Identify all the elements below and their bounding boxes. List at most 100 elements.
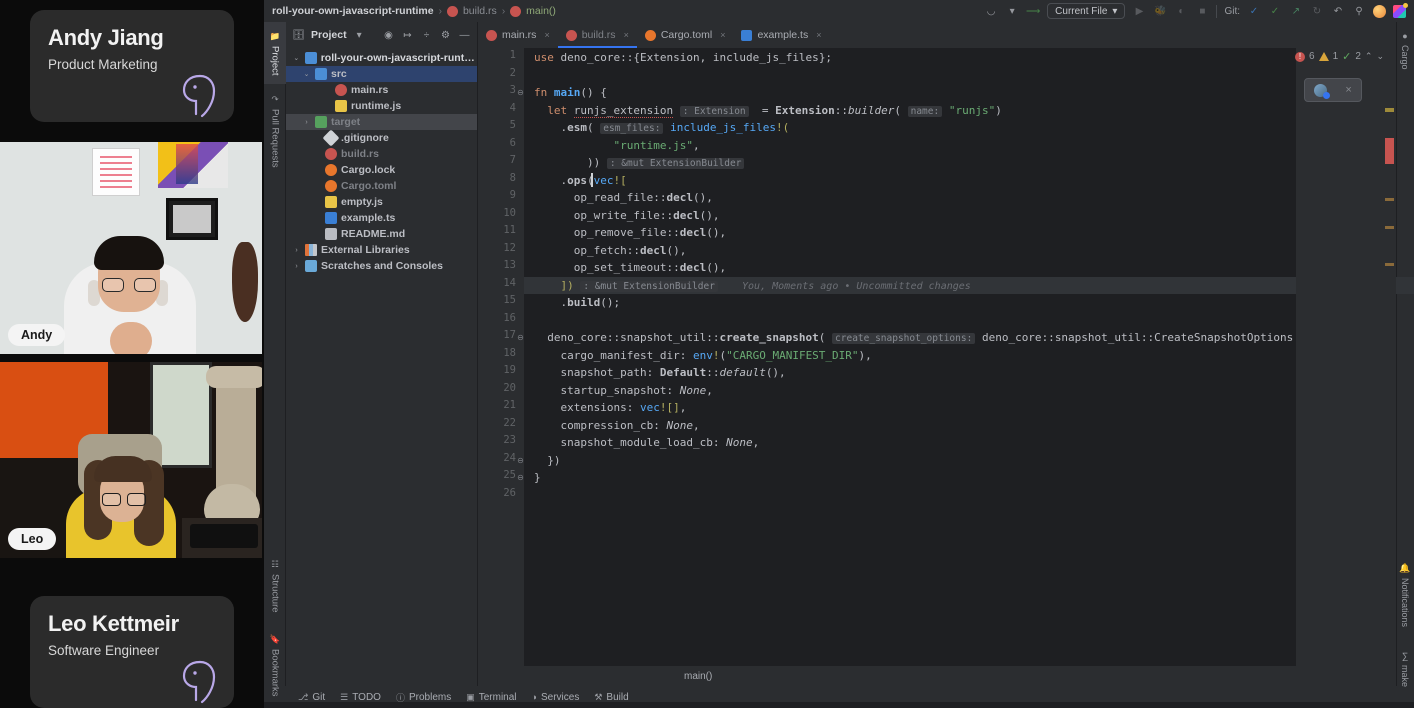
close-tab-icon[interactable]: × [624,30,629,40]
debug-icon[interactable]: 🐝 [1153,4,1167,18]
sidebar-tab-project[interactable]: 📁 Project [264,22,286,84]
code-line[interactable]: op_set_timeout::decl(), [524,259,726,277]
select-opened-file-icon[interactable]: ◉ [382,29,395,42]
tree-item-readme-md[interactable]: README.md [286,226,477,242]
run-configuration-selector[interactable]: Current File ▾ [1047,3,1125,19]
breadcrumb-file[interactable]: build.rs [463,5,497,17]
coverage-icon[interactable]: ◐ [1174,4,1188,18]
tree-item-target[interactable]: ›target [286,114,477,130]
tree-item-runtime-js[interactable]: runtime.js [286,98,477,114]
code-line[interactable]: extensions: vec![], [524,399,686,417]
collapse-all-icon[interactable]: ↦ [401,29,414,42]
tree-item--gitignore[interactable]: .gitignore [286,130,477,146]
code-line[interactable]: fn main() { [524,84,607,102]
video-tile-andy[interactable]: Andy [0,142,262,354]
video-tile-leo[interactable]: Leo [0,362,262,558]
code-line[interactable]: let runjs_extension : Extension = Extens… [524,102,1002,120]
stripe-mark-warning[interactable] [1385,263,1394,266]
stripe-mark-warning[interactable] [1385,198,1394,201]
code-line[interactable]: .build(); [524,294,620,312]
tree-expand-arrow[interactable]: › [302,119,311,126]
editor-tab-example-ts[interactable]: example.ts× [733,22,829,48]
code-line[interactable]: op_remove_file::decl(), [524,224,726,242]
stripe-mark-warning[interactable] [1385,226,1394,229]
code-line[interactable]: .ops(vec![ [524,172,627,190]
tree-item-cargo-toml[interactable]: Cargo.toml [286,178,477,194]
tree-item-scratches-and-consoles[interactable]: ›Scratches and Consoles [286,258,477,274]
inlay-hint-popup[interactable]: × [1304,78,1362,102]
previous-problem-icon[interactable]: ⌃ [1365,51,1373,62]
close-tab-icon[interactable]: × [544,30,549,40]
code-line[interactable]: "runtime.js", [524,137,700,155]
code-line[interactable] [524,67,534,85]
chevron-down-icon[interactable]: ▾ [353,29,366,42]
breadcrumb-symbol[interactable]: main() [526,5,556,17]
inspection-widget[interactable]: ! 6 1 ✓ 2 ⌃ ⌄ [1295,50,1384,63]
bottom-tab-services[interactable]: ◑Services [532,692,580,703]
inlay-settings-icon[interactable] [1314,84,1327,97]
code-line[interactable]: .esm( esm_files: include_js_files!( [524,119,789,137]
code-line[interactable]: ]) : &mut ExtensionBuilder You, Moments … [524,277,1414,295]
tree-item-main-rs[interactable]: main.rs [286,82,477,98]
error-stripe[interactable] [1384,48,1394,666]
code-line[interactable]: } [524,469,541,487]
code-line[interactable] [524,312,534,330]
tree-item-external-libraries[interactable]: ›External Libraries [286,242,477,258]
tree-item-build-rs[interactable]: build.rs [286,146,477,162]
editor-tab-build-rs[interactable]: build.rs× [558,22,637,48]
bottom-tab-todo[interactable]: ☰TODO [340,692,381,703]
vcs-branch-icon[interactable]: ◡ [984,4,998,18]
sidebar-tab-structure[interactable]: ☷ Structure [264,550,286,622]
code-line[interactable]: use deno_core::{Extension, include_js_fi… [524,49,832,67]
hide-icon[interactable]: — [458,29,471,42]
commit-checkmark-icon[interactable]: ✓ [1268,4,1282,18]
sidebar-tab-notifications[interactable]: 🔔 Notifications [1396,552,1414,638]
code-line[interactable]: deno_core::snapshot_util::create_snapsho… [524,329,1306,347]
tree-expand-arrow[interactable]: ⌄ [292,54,301,62]
editor-tab-cargo-toml[interactable]: Cargo.toml× [637,22,734,48]
push-arrow-icon[interactable]: ↗ [1289,4,1303,18]
bottom-tab-build[interactable]: ⚒Build [594,692,628,703]
code-line[interactable]: compression_cb: None, [524,417,700,435]
close-tab-icon[interactable]: × [720,30,725,40]
undo-icon[interactable]: ↶ [1331,4,1345,18]
tree-expand-arrow[interactable]: › [292,263,301,270]
editor-tab-main-rs[interactable]: main.rs× [478,22,558,48]
stripe-mark-error[interactable] [1385,138,1394,164]
account-avatar-icon[interactable] [1373,5,1386,18]
sidebar-tab-cargo[interactable]: ● Cargo [1396,22,1414,78]
code-line[interactable]: snapshot_path: Default::default(), [524,364,786,382]
settings-gear-icon[interactable]: ⚙ [439,29,452,42]
back-arrow-icon[interactable]: ⟶ [1026,4,1040,18]
sidebar-tab-bookmarks[interactable]: 🔖 Bookmarks [264,626,286,704]
editor-breadcrumb[interactable]: main() [676,671,720,682]
search-icon[interactable]: ⚲ [1352,4,1366,18]
code-line[interactable]: snapshot_module_load_cb: None, [524,434,759,452]
code-line[interactable] [524,487,534,505]
code-line[interactable]: startup_snapshot: None, [524,382,713,400]
sidebar-tab-make[interactable]: ∑ make [1396,644,1414,694]
stripe-mark-warning[interactable] [1385,108,1394,112]
bottom-tab-git[interactable]: ⎇Git [298,692,325,703]
code-line[interactable]: cargo_manifest_dir: env!("CARGO_MANIFEST… [524,347,872,365]
code-line[interactable]: op_write_file::decl(), [524,207,719,225]
code-line[interactable]: op_fetch::decl(), [524,242,686,260]
chevron-down-icon[interactable]: ▾ [1005,4,1019,18]
breadcrumb-project[interactable]: roll-your-own-javascript-runtime [272,5,434,17]
tree-item-cargo-lock[interactable]: Cargo.lock [286,162,477,178]
update-project-icon[interactable]: ✓ [1247,4,1261,18]
tree-expand-arrow[interactable]: › [292,247,301,254]
tree-item-empty-js[interactable]: empty.js [286,194,477,210]
code-line[interactable]: op_read_file::decl(), [524,189,713,207]
run-icon[interactable]: ▶ [1132,4,1146,18]
ai-assistant-icon[interactable] [1393,5,1406,18]
tree-expand-arrow[interactable]: ⌄ [302,70,311,78]
close-icon[interactable]: × [1345,84,1351,96]
tree-item-src[interactable]: ⌄src [286,66,477,82]
sidebar-tab-pull-requests[interactable]: ↷ Pull Requests [264,88,286,174]
stop-icon[interactable]: ■ [1195,4,1209,18]
code-line[interactable]: }) [524,452,561,470]
history-icon[interactable]: ↻ [1310,4,1324,18]
close-tab-icon[interactable]: × [816,30,821,40]
expand-all-icon[interactable]: ÷ [420,29,433,42]
